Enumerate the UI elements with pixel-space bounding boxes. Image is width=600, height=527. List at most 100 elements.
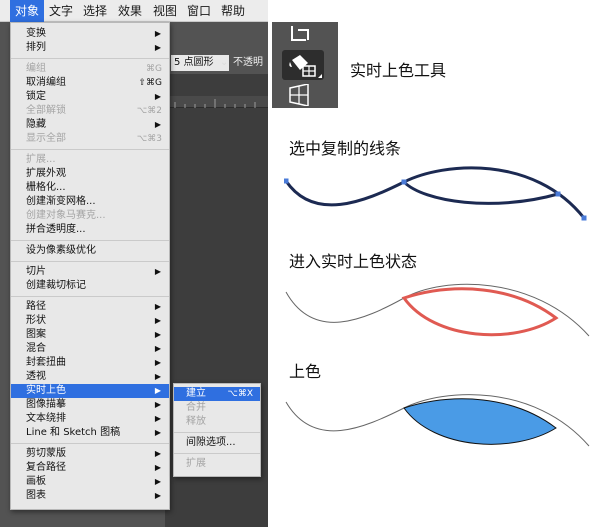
menu-item[interactable]: 变换 ▶ — [11, 27, 169, 41]
live-paint-bucket-icon — [289, 55, 322, 78]
submenu-arrow-icon: ▶ — [154, 344, 161, 353]
menubar-item[interactable]: 对象 — [10, 0, 45, 22]
menu-item-shortcut: ⌥⌘X — [227, 389, 253, 399]
menu-item[interactable]: 路径 ▶ — [11, 300, 169, 314]
menu-item[interactable]: 扩展外观 — [11, 167, 169, 181]
live-paint-highlight-outline — [401, 287, 559, 337]
perspective-grid-icon[interactable] — [286, 84, 316, 106]
submenu-arrow-icon: ▶ — [154, 29, 161, 38]
diagram-live-paint-state — [285, 283, 590, 337]
menu-item-label: 创建对象马赛克... — [26, 210, 106, 221]
menu-item-label: 创建渐变网格... — [26, 196, 96, 207]
submenu-arrow-icon: ▶ — [154, 449, 161, 458]
control-bar: 5 点圆形 ⌄ 不透明 — [165, 52, 268, 74]
menu-item[interactable]: 设为像素级优化 — [11, 244, 169, 258]
live-paint-submenu: 建立 ⌥⌘X 合并释放间隙选项... 扩展 — [173, 383, 261, 477]
submenu-arrow-icon: ▶ — [154, 400, 161, 409]
menubar-item[interactable]: 选择 — [78, 0, 112, 22]
menu-item-label: 画板 — [26, 476, 46, 487]
menubar: 对象 文字 选择 效果 视图 窗口 帮助 — [0, 0, 268, 22]
menu-item: 扩展 — [174, 457, 260, 471]
anchor-point — [581, 215, 587, 221]
brush-dropdown-chevron-icon[interactable]: ⌄ — [220, 55, 230, 71]
menu-separator — [11, 443, 169, 444]
menu-item[interactable]: 实时上色 ▶ — [11, 384, 169, 398]
menu-item[interactable]: 混合 ▶ — [11, 342, 169, 356]
menu-item-label: 封套扭曲 — [26, 357, 66, 368]
submenu-arrow-icon: ▶ — [154, 358, 161, 367]
submenu-arrow-icon: ▶ — [154, 477, 161, 486]
menu-item[interactable]: 剪切蒙版 ▶ — [11, 447, 169, 461]
filled-region — [403, 398, 557, 445]
menu-item[interactable]: 画板 ▶ — [11, 475, 169, 489]
submenu-arrow-icon: ▶ — [154, 463, 161, 472]
menu-item[interactable]: Line 和 Sketch 图稿 ▶ — [11, 426, 169, 440]
menu-item: 编组 ⌘G — [11, 62, 169, 76]
selected-inner-curve — [402, 180, 559, 205]
menu-item[interactable]: 图像描摹 ▶ — [11, 398, 169, 412]
menu-item[interactable]: 切片 ▶ — [11, 265, 169, 279]
menu-item[interactable]: 隐藏 ▶ — [11, 118, 169, 132]
menu-item-label: 复合路径 — [26, 462, 66, 473]
menu-separator — [11, 296, 169, 297]
menu-item-label: 形状 — [26, 315, 46, 326]
menu-separator — [11, 58, 169, 59]
menu-item-label: 间隙选项... — [186, 437, 236, 448]
menu-item-label: 取消编组 — [26, 77, 66, 88]
menu-item[interactable]: 取消编组 ⇧⌘G — [11, 76, 169, 90]
menubar-item[interactable]: 效果 — [113, 0, 147, 22]
menu-item-label: 扩展 — [186, 458, 206, 469]
submenu-arrow-icon: ▶ — [154, 491, 161, 500]
menu-item[interactable]: 排列 ▶ — [11, 41, 169, 55]
live-paint-bucket-button[interactable] — [282, 50, 324, 80]
menu-item-label: 实时上色 — [26, 385, 66, 396]
menu-item: 合并 — [174, 401, 260, 415]
menubar-item[interactable]: 帮助 — [216, 0, 250, 22]
menubar-item[interactable]: 视图 — [148, 0, 182, 22]
menu-item[interactable]: 透视 ▶ — [11, 370, 169, 384]
shape-builder-icon[interactable] — [286, 24, 316, 46]
menu-item-label: 扩展外观 — [26, 168, 66, 179]
menu-item[interactable]: 形状 ▶ — [11, 314, 169, 328]
menubar-item[interactable]: 窗口 — [182, 0, 216, 22]
menu-item-label: 全部解锁 — [26, 105, 66, 116]
menu-item-label: 文本绕排 — [26, 413, 66, 424]
menu-item[interactable]: 建立 ⌥⌘X — [174, 387, 260, 401]
menu-item[interactable]: 锁定 ▶ — [11, 90, 169, 104]
menu-item[interactable]: 复合路径 ▶ — [11, 461, 169, 475]
menu-item-label: 切片 — [26, 266, 46, 277]
menu-item-label: 排列 — [26, 42, 46, 53]
step-live-paint-caption: 进入实时上色状态 — [289, 252, 418, 271]
menu-item-label: 设为像素级优化 — [26, 245, 96, 256]
selected-paths — [284, 166, 586, 219]
menu-item[interactable]: 间隙选项... — [174, 436, 260, 450]
menu-item: 释放 — [174, 415, 260, 429]
submenu-arrow-icon: ▶ — [154, 267, 161, 276]
menu-item-label: 释放 — [186, 416, 206, 427]
menu-item[interactable]: 创建渐变网格... — [11, 195, 169, 209]
menu-item[interactable]: 拼合透明度... — [11, 223, 169, 237]
menu-item[interactable]: 图案 ▶ — [11, 328, 169, 342]
tool-caption: 实时上色工具 — [350, 61, 447, 80]
horizontal-ruler — [165, 96, 268, 108]
submenu-arrow-icon: ▶ — [154, 92, 161, 101]
anchor-point — [555, 191, 561, 197]
menu-item-shortcut: ⌘G — [146, 64, 162, 74]
menu-item-label: 栅格化... — [26, 182, 66, 193]
selected-wave-path — [284, 166, 586, 219]
menu-item-label: 合并 — [186, 402, 206, 413]
menu-item-label: 显示全部 — [26, 133, 66, 144]
toolbox-panel — [272, 22, 338, 108]
diagram-selected-lines — [284, 166, 587, 221]
menubar-item[interactable]: 文字 — [44, 0, 78, 22]
menu-item[interactable]: 文本绕排 ▶ — [11, 412, 169, 426]
menu-item-label: 创建裁切标记 — [26, 280, 86, 291]
menu-separator — [174, 453, 260, 454]
menu-item[interactable]: 创建裁切标记 — [11, 279, 169, 293]
menu-item[interactable]: 栅格化... — [11, 181, 169, 195]
menu-separator — [11, 240, 169, 241]
menu-item[interactable]: 封套扭曲 ▶ — [11, 356, 169, 370]
menu-item-label: 剪切蒙版 — [26, 448, 66, 459]
menu-item[interactable]: 图表 ▶ — [11, 489, 169, 503]
menu-item-shortcut: ⇧⌘G — [138, 78, 162, 88]
